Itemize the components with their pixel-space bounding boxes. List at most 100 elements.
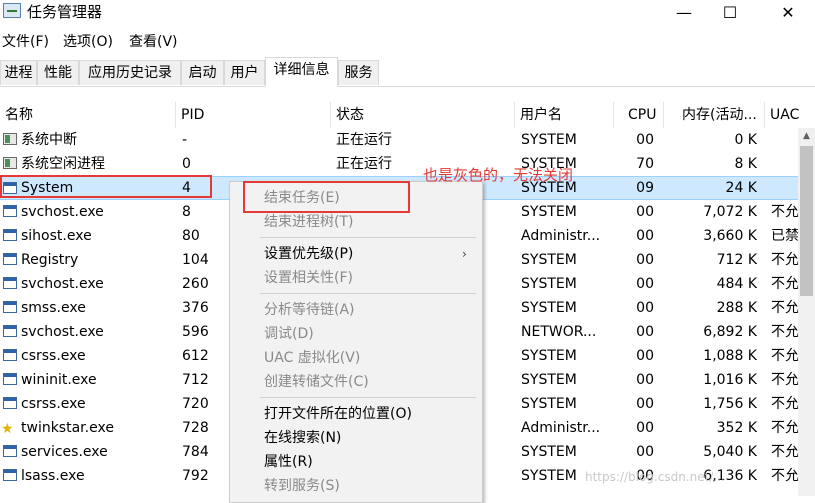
context-menu-item[interactable]: 打开文件所在的位置(O): [264, 402, 412, 426]
tab-users[interactable]: 用户: [224, 60, 265, 85]
window-icon: [3, 229, 17, 241]
cell-mem: 484 K: [716, 276, 757, 292]
column-cpu[interactable]: CPU: [614, 102, 664, 128]
cell-cpu: 00: [636, 132, 654, 148]
context-menu-item: 转到服务(S): [264, 478, 340, 494]
cell-cpu: 00: [636, 228, 654, 244]
cell-mem: 8 K: [734, 156, 757, 172]
window-icon: [3, 469, 17, 481]
context-menu-item: 设置相关性(F): [264, 270, 353, 286]
menu-file[interactable]: 文件(F): [2, 31, 49, 51]
cell-name: twinkstar.exe: [21, 420, 114, 436]
annotation-note: 也是灰色的，无法关闭: [423, 166, 574, 184]
cell-name: wininit.exe: [21, 372, 97, 388]
tab-services[interactable]: 服务: [338, 60, 379, 85]
cell-mem: 7,072 K: [703, 204, 757, 220]
tab-performance[interactable]: 性能: [37, 60, 79, 85]
cell-user: SYSTEM: [521, 372, 577, 388]
cell-pid: 0: [182, 156, 191, 172]
cell-name: 系统空闲进程: [21, 156, 105, 172]
watermark: https://blog.csdn.net/...: [585, 470, 725, 484]
menu-separator: [260, 293, 476, 294]
cell-cpu: 00: [636, 300, 654, 316]
cell-user: SYSTEM: [521, 252, 577, 268]
table-row[interactable]: 系统中断 - 正在运行 SYSTEM 00 0 K: [0, 128, 798, 152]
tab-app-history[interactable]: 应用历史记录: [79, 60, 181, 85]
cell-cpu: 00: [636, 396, 654, 412]
gray-app-icon: [3, 133, 17, 145]
vertical-scrollbar[interactable]: ▲: [798, 128, 815, 496]
column-name[interactable]: 名称: [0, 102, 176, 128]
menu-view[interactable]: 查看(V): [129, 31, 178, 51]
submenu-arrow-icon: ›: [462, 247, 467, 261]
cell-name: svchost.exe: [21, 324, 104, 340]
tab-startup[interactable]: 启动: [181, 60, 224, 85]
context-menu: 结束任务(E) 结束进程树(T) 设置优先级(P) › 设置相关性(F) 分析等待链(A)…: [229, 181, 483, 503]
menu-separator: [260, 397, 476, 398]
cell-user: SYSTEM: [521, 348, 577, 364]
cell-user: SYSTEM: [521, 132, 577, 148]
menu-separator: [260, 237, 476, 238]
cell-uac: 不允: [771, 372, 798, 388]
maximize-button[interactable]: ☐: [707, 0, 753, 24]
cell-name: services.exe: [21, 444, 108, 460]
star-icon: ★: [1, 421, 14, 437]
cell-user: SYSTEM: [521, 300, 577, 316]
context-menu-item: 调试(D): [264, 326, 314, 342]
cell-cpu: 00: [636, 444, 654, 460]
window-icon: [3, 349, 17, 361]
column-uac[interactable]: UAC: [765, 102, 815, 128]
tab-processes[interactable]: 进程: [0, 60, 37, 85]
cell-name: smss.exe: [21, 300, 86, 316]
column-pid[interactable]: PID: [176, 102, 331, 128]
table-row[interactable]: 系统空闲进程 0 正在运行 SYSTEM 70 8 K: [0, 152, 798, 176]
cell-cpu: 70: [636, 156, 654, 172]
context-menu-item: 创建转储文件(C): [264, 374, 369, 390]
tab-strip: 进程 性能 应用历史记录 启动 用户 详细信息 服务: [0, 57, 815, 87]
cell-name: lsass.exe: [21, 468, 85, 484]
title-bar: 任务管理器 — ☐ ✕: [0, 0, 815, 30]
cell-cpu: 00: [636, 348, 654, 364]
column-headers: 名称 PID 状态 用户名 CPU 内存(活动... UAC: [0, 102, 815, 128]
cell-name: svchost.exe: [21, 204, 104, 220]
context-menu-item[interactable]: 属性(R): [264, 450, 313, 474]
column-memory[interactable]: 内存(活动...: [664, 102, 765, 128]
cell-cpu: 00: [636, 420, 654, 436]
cell-name: sihost.exe: [21, 228, 92, 244]
tab-details[interactable]: 详细信息: [265, 57, 338, 87]
close-button[interactable]: ✕: [765, 0, 811, 24]
cell-uac: 不允: [771, 204, 798, 220]
cell-uac: 不允: [771, 348, 798, 364]
cell-uac: 不允: [771, 468, 798, 484]
cell-mem: 1,088 K: [703, 348, 757, 364]
context-menu-item: UAC 虚拟化(V): [264, 350, 361, 366]
minimize-button[interactable]: —: [661, 0, 707, 24]
cell-mem: 352 K: [716, 420, 757, 436]
column-status[interactable]: 状态: [331, 102, 515, 128]
cell-user: Administr...: [521, 228, 601, 244]
cell-user: NETWOR...: [521, 324, 597, 340]
menu-options[interactable]: 选项(O): [63, 31, 113, 51]
cell-name: svchost.exe: [21, 276, 104, 292]
context-menu-item[interactable]: 在线搜索(N): [264, 426, 341, 450]
cell-mem: 6,892 K: [703, 324, 757, 340]
cell-mem: 5,040 K: [703, 444, 757, 460]
cell-pid: -: [182, 132, 188, 148]
window-icon: [3, 445, 17, 457]
context-menu-item[interactable]: 设置优先级(P): [264, 242, 353, 266]
cell-name: Registry: [21, 252, 79, 268]
highlight-system-row-box: [0, 175, 212, 198]
window-icon: [3, 397, 17, 409]
cell-mem: 1,756 K: [703, 396, 757, 412]
cell-uac: 不允: [771, 300, 798, 316]
cell-cpu: 00: [636, 324, 654, 340]
window-icon: [3, 277, 17, 289]
cell-name: 系统中断: [21, 132, 77, 148]
column-username[interactable]: 用户名: [515, 102, 614, 128]
task-manager-icon: [3, 3, 21, 18]
scrollbar-thumb[interactable]: [800, 146, 813, 296]
window-icon: [3, 253, 17, 265]
scroll-up-icon[interactable]: ▲: [798, 128, 815, 145]
cell-user: SYSTEM: [521, 396, 577, 412]
cell-uac: 不允: [771, 444, 798, 460]
